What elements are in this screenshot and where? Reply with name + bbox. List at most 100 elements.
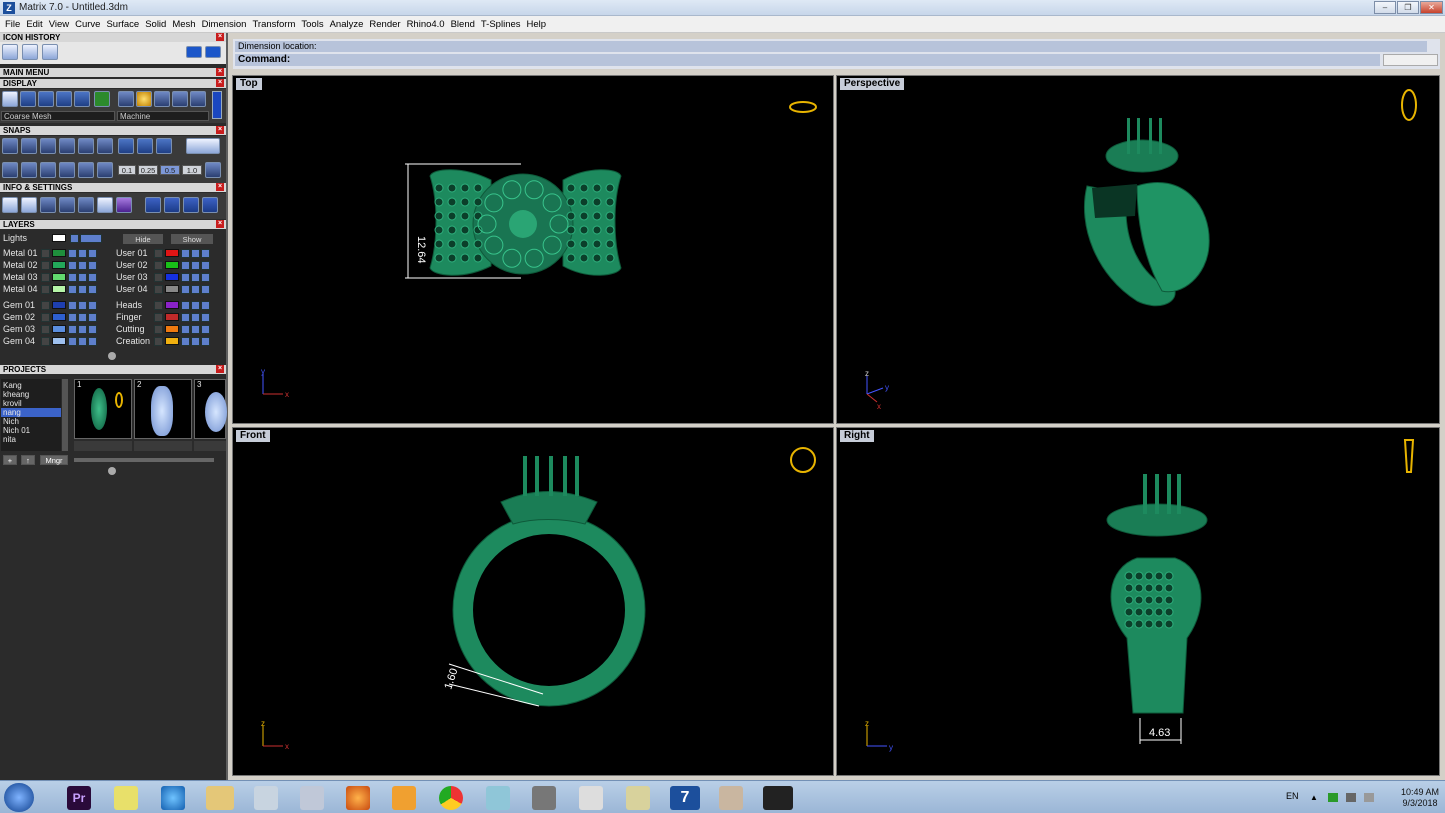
material-icon-5[interactable] xyxy=(190,91,206,107)
snap-value-0-1[interactable]: 0.1 xyxy=(118,165,136,175)
display-scroll[interactable] xyxy=(212,91,222,119)
close-icon[interactable]: × xyxy=(216,365,224,373)
snap-cursor-icon[interactable] xyxy=(97,162,113,178)
wireframe-icon[interactable] xyxy=(2,91,18,107)
snap-near-icon[interactable] xyxy=(21,138,37,154)
layer-lock-icon[interactable] xyxy=(68,337,77,346)
close-icon[interactable]: × xyxy=(216,79,224,87)
volume-icon[interactable] xyxy=(1364,793,1374,802)
layer-visibility-button[interactable] xyxy=(201,261,210,270)
gold-tool-icon[interactable] xyxy=(145,197,161,213)
viewport-front[interactable]: 1.60 z x Front xyxy=(232,427,834,776)
layer-label[interactable]: Metal 02 xyxy=(3,260,38,270)
layer-lock-icon[interactable] xyxy=(68,273,77,282)
layer-label[interactable]: Metal 03 xyxy=(3,272,38,282)
notes-icon[interactable] xyxy=(626,786,650,810)
clock[interactable]: 10:49 AM 9/3/2018 xyxy=(1401,787,1439,809)
layer-visibility-button[interactable] xyxy=(78,249,87,258)
app-icon-2[interactable] xyxy=(486,786,510,810)
snap-grid-button[interactable] xyxy=(186,138,220,154)
layer-visibility-button[interactable] xyxy=(78,285,87,294)
layer-lock-icon[interactable] xyxy=(181,313,190,322)
material-select[interactable]: Machine xyxy=(117,111,209,121)
tray-arrow-icon[interactable]: ▲ xyxy=(1310,793,1318,802)
layer-lock-icon[interactable] xyxy=(68,261,77,270)
projects-expand-icon[interactable] xyxy=(108,467,116,475)
layer-lock-icon[interactable] xyxy=(181,285,190,294)
sticky-notes-icon[interactable] xyxy=(114,786,138,810)
layer-expand-arrow[interactable] xyxy=(154,301,163,310)
snap-tan-icon[interactable] xyxy=(137,138,153,154)
layer-label[interactable]: Heads xyxy=(116,300,142,310)
ie-icon[interactable] xyxy=(161,786,185,810)
premiere-icon[interactable]: Pr xyxy=(67,786,91,810)
layer-expand-arrow[interactable] xyxy=(154,325,163,334)
layer-color-swatch[interactable] xyxy=(52,249,66,257)
layer-expand-arrow[interactable] xyxy=(154,313,163,322)
snap-cen-icon[interactable] xyxy=(78,138,94,154)
layer-expand-arrow[interactable] xyxy=(154,261,163,270)
viewport-label-front[interactable]: Front xyxy=(236,430,270,442)
layer-visibility-button[interactable] xyxy=(201,313,210,322)
layer-visibility-button[interactable] xyxy=(88,301,97,310)
layer-visibility-button[interactable] xyxy=(191,313,200,322)
snap-pen-icon[interactable] xyxy=(40,162,56,178)
layer-visibility-button[interactable] xyxy=(191,325,200,334)
ghosted-icon[interactable] xyxy=(20,91,36,107)
media-icon[interactable] xyxy=(392,786,416,810)
layer-visibility-button[interactable] xyxy=(78,313,87,322)
layer-visibility-button[interactable] xyxy=(88,313,97,322)
snap-int-icon[interactable] xyxy=(97,138,113,154)
snap-quad-icon[interactable] xyxy=(156,138,172,154)
layer-lock-icon[interactable] xyxy=(181,273,190,282)
snipping-icon[interactable] xyxy=(300,786,324,810)
close-icon[interactable]: × xyxy=(216,126,224,134)
project-item-selected[interactable]: nang xyxy=(1,408,61,417)
layer-color-swatch[interactable] xyxy=(52,325,66,333)
snap-end-icon[interactable] xyxy=(2,138,18,154)
history-icon-2[interactable] xyxy=(22,44,38,60)
close-icon[interactable]: × xyxy=(216,220,224,228)
snap-point-icon[interactable] xyxy=(40,138,56,154)
layer-lock-icon[interactable] xyxy=(68,249,77,258)
rendered-icon[interactable] xyxy=(56,91,72,107)
info-settings-header[interactable]: INFO & SETTINGS × xyxy=(0,183,226,192)
material-icon-1[interactable] xyxy=(118,91,134,107)
display-mode-select[interactable]: Coarse Mesh xyxy=(1,111,115,121)
thumb-1-actions[interactable] xyxy=(74,441,132,451)
layer-lock-icon[interactable] xyxy=(68,325,77,334)
snap-crosshair-icon[interactable] xyxy=(205,162,221,178)
gold-tool-icon[interactable] xyxy=(164,197,180,213)
project-item[interactable]: Nich 01 xyxy=(3,426,30,435)
layers-header[interactable]: LAYERS × xyxy=(0,220,226,229)
menu-mesh[interactable]: Mesh xyxy=(169,16,198,33)
layer-visibility-button[interactable] xyxy=(78,337,87,346)
layer-label[interactable]: Gem 04 xyxy=(3,336,35,346)
display-header[interactable]: DISPLAY × xyxy=(0,79,226,88)
layer-lock-icon[interactable] xyxy=(181,337,190,346)
material-icon-3[interactable] xyxy=(154,91,170,107)
start-button[interactable] xyxy=(4,783,34,812)
menu-file[interactable]: File xyxy=(0,16,23,33)
layer-color-swatch[interactable] xyxy=(165,261,179,269)
show-button[interactable]: Show xyxy=(171,234,213,244)
viewport-label-right[interactable]: Right xyxy=(840,430,874,442)
layer-label[interactable]: Gem 03 xyxy=(3,324,35,334)
main-menu-header[interactable]: MAIN MENU × xyxy=(0,68,226,77)
layer-lock-icon[interactable] xyxy=(181,325,190,334)
history-icon-3[interactable] xyxy=(42,44,58,60)
layer-label[interactable]: User 03 xyxy=(116,272,148,282)
command-input[interactable]: Command: xyxy=(235,54,1380,66)
layer-lock-icon[interactable] xyxy=(181,261,190,270)
mngr-button[interactable]: Mngr xyxy=(40,455,68,465)
layer-lock-icon[interactable] xyxy=(181,249,190,258)
layer-visibility-button[interactable] xyxy=(88,285,97,294)
layer-expand-arrow[interactable] xyxy=(41,273,50,282)
layer-color-swatch[interactable] xyxy=(52,301,66,309)
project-thumb-2[interactable]: 2 xyxy=(134,379,192,439)
menu-rhino[interactable]: Rhino4.0 xyxy=(404,16,448,33)
layer-color-swatch[interactable] xyxy=(165,313,179,321)
layer-expand-arrow[interactable] xyxy=(41,261,50,270)
zbrush-icon[interactable] xyxy=(579,786,603,810)
layer-label[interactable]: Cutting xyxy=(116,324,145,334)
